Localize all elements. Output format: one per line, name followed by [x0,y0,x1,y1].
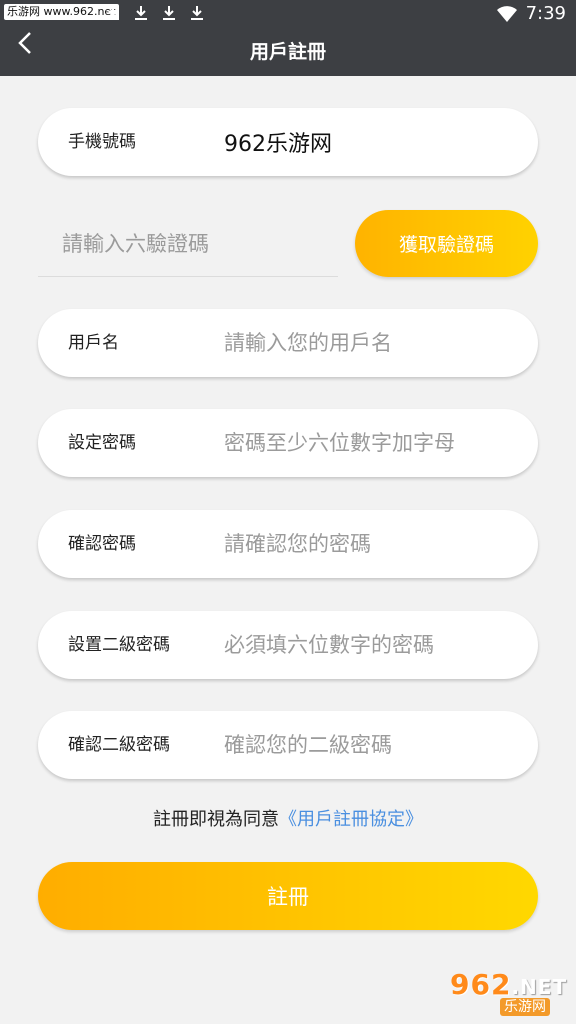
verification-code-field [38,212,338,277]
corner-logo: 962.NET 乐游网 [450,970,568,1018]
download-icon [135,6,147,20]
wifi-icon [496,6,517,22]
username-input[interactable] [224,319,514,367]
username-label: 用戶名 [68,333,119,353]
download-notifications [104,4,206,22]
agreement-prefix: 註冊即視為同意 [153,809,279,830]
phone-field: 手機號碼 [38,108,538,176]
app-bar: 用戶註冊 [0,28,576,76]
second-password-input[interactable] [224,621,514,669]
confirm-password-label: 確認密碼 [68,534,136,554]
status-bar: 乐游网 www.962.net 7:39 [0,0,576,28]
agreement-link[interactable]: 《用戶註冊協定》 [279,809,423,830]
phone-input[interactable] [224,118,514,166]
password-input[interactable] [224,419,514,467]
corner-logo-sub: 乐游网 [500,998,550,1016]
username-field: 用戶名 [38,309,538,377]
password-label: 設定密碼 [68,433,136,453]
confirm-second-password-label: 確認二級密碼 [68,735,170,755]
verification-code-input[interactable] [62,220,332,268]
download-icon [163,6,175,20]
download-icon [191,6,203,20]
download-icon [107,6,119,20]
watermark-label: 乐游网 www.962.net [4,4,119,20]
confirm-second-password-field: 確認二級密碼 [38,711,538,779]
confirm-password-field: 確認密碼 [38,510,538,578]
agreement-text: 註冊即視為同意《用戶註冊協定》 [0,806,576,834]
phone-label: 手機號碼 [68,132,136,152]
second-password-label: 設置二級密碼 [68,635,170,655]
corner-logo-suffix: .NET [511,975,568,999]
status-right: 7:39 [496,2,566,26]
corner-logo-number: 962 [450,968,512,1001]
page-title: 用戶註冊 [249,41,326,63]
register-button[interactable]: 註冊 [38,862,538,930]
password-field: 設定密碼 [38,409,538,477]
confirm-second-password-input[interactable] [224,721,514,769]
get-code-button[interactable]: 獲取驗證碼 [355,210,538,277]
confirm-password-input[interactable] [224,520,514,568]
status-time: 7:39 [525,3,566,24]
second-password-field: 設置二級密碼 [38,611,538,679]
